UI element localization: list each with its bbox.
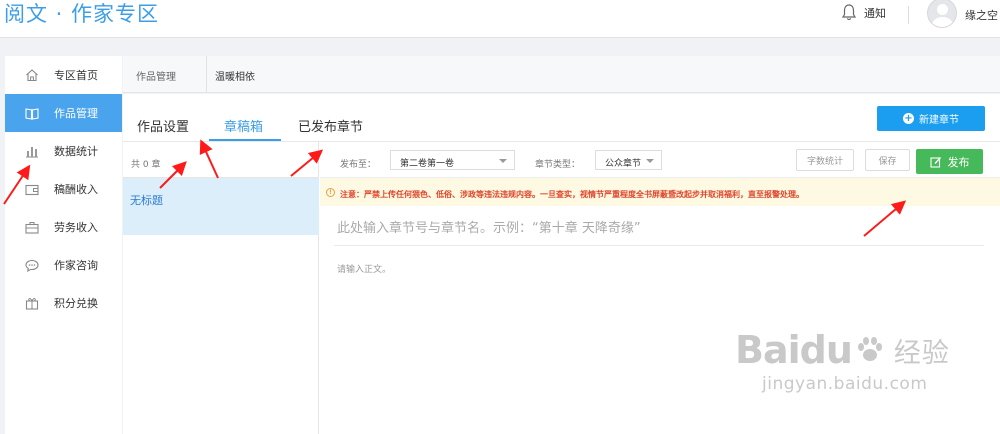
sidebar-item-label: 专区首页 (54, 69, 98, 82)
warning-prefix: 注意： (340, 190, 364, 199)
chapter-list: 共 0 章 无标题 (123, 142, 319, 434)
header-divider (908, 6, 909, 24)
editor-toolbar: 发布至： 第二卷第一卷 章节类型： 公众章节 字数统计 保存 (320, 142, 1000, 178)
watermark-brand-cn: 经验 (893, 337, 950, 369)
sidebar-item-label: 作品管理 (54, 107, 98, 120)
edit-icon (929, 156, 941, 168)
book-icon (25, 106, 39, 120)
chapter-body-textarea[interactable]: 请输入正文。 (337, 262, 391, 275)
username[interactable]: 缘之空 (965, 7, 998, 23)
top-bar: 阅文 · 作家专区 通知 缘之空 (0, 0, 1000, 38)
save-button[interactable]: 保存 (865, 149, 910, 171)
tab-draft-box[interactable]: 章稿箱 (224, 116, 263, 135)
sidebar-item-labor[interactable]: 劳务收入 (5, 208, 122, 246)
sidebar: 专区首页 作品管理 数据统计 稿酬收入 劳务收入 作家咨询 积分兑换 (5, 56, 122, 434)
publish-button[interactable]: 发布 (916, 149, 983, 174)
sidebar-item-royalty[interactable]: 稿酬收入 (5, 170, 122, 208)
publish-label: 发布 (947, 155, 970, 169)
sidebar-item-label: 稿酬收入 (54, 183, 98, 196)
new-chapter-button[interactable]: + 新建章节 (877, 106, 985, 131)
content-warning: ! 注意：严禁上传任何猥色、低俗、涉政等违法违规内容。一旦查实，视情节严重程度全… (320, 178, 1000, 206)
notification-label: 通知 (864, 6, 886, 20)
sidebar-item-label: 积分兑换 (54, 297, 98, 310)
sidebar-item-label: 作家咨询 (54, 259, 98, 272)
sidebar-item-stats[interactable]: 数据统计 (5, 132, 122, 170)
word-count-button[interactable]: 字数统计 (796, 149, 854, 171)
watermark-url: jingyan.baidu.com (762, 374, 928, 394)
breadcrumb-section[interactable]: 作品管理 (136, 68, 176, 83)
home-icon (25, 68, 39, 82)
baidu-watermark: Baidu 经验 jingyan.baidu.com (735, 328, 975, 418)
info-icon: ! (326, 188, 335, 197)
title-divider (334, 245, 984, 246)
chapter-type-select[interactable]: 公众章节 (595, 150, 662, 170)
chapter-title-input[interactable]: 此处输入章节号与章节名。示例：“第十章 天降奇缘” (337, 217, 641, 236)
avatar[interactable] (927, 0, 957, 28)
gift-icon (25, 296, 39, 310)
list-item[interactable]: 无标题 (123, 178, 319, 235)
chapter-type-label: 章节类型： (535, 160, 581, 170)
chat-icon (25, 258, 39, 272)
tab-work-settings[interactable]: 作品设置 (137, 116, 189, 135)
paw-icon (857, 337, 882, 361)
site-logo[interactable]: 阅文 · 作家专区 (4, 0, 159, 28)
sidebar-item-consult[interactable]: 作家咨询 (5, 246, 122, 284)
new-chapter-label: 新建章节 (919, 115, 959, 126)
warning-text: 严禁上传任何猥色、低俗、涉政等违法违规内容。一旦查实，视情节严重程度全书屏蔽暨改… (364, 190, 804, 199)
wallet-icon (25, 182, 39, 196)
briefcase-icon (25, 220, 39, 234)
breadcrumb: 作品管理 温暖相依 (123, 56, 1000, 93)
tab-published-chapters[interactable]: 已发布章节 (298, 116, 363, 135)
plus-icon: + (903, 113, 914, 124)
bell-icon (842, 4, 856, 21)
sidebar-item-points[interactable]: 积分兑换 (5, 284, 122, 322)
sidebar-item-home[interactable]: 专区首页 (5, 56, 122, 94)
chapter-count: 共 0 章 (123, 142, 319, 178)
breadcrumb-book: 温暖相依 (215, 72, 255, 83)
volume-select[interactable]: 第二卷第一卷 (390, 150, 515, 170)
sidebar-item-label: 劳务收入 (54, 221, 98, 234)
publish-to-label: 发布至： (340, 160, 377, 170)
watermark-brand: Baidu (735, 328, 853, 372)
bar-chart-icon (25, 144, 39, 158)
breadcrumb-divider (206, 56, 207, 93)
notification-button[interactable]: 通知 (842, 4, 886, 21)
sidebar-item-works[interactable]: 作品管理 (5, 94, 122, 132)
sidebar-item-label: 数据统计 (54, 145, 98, 158)
